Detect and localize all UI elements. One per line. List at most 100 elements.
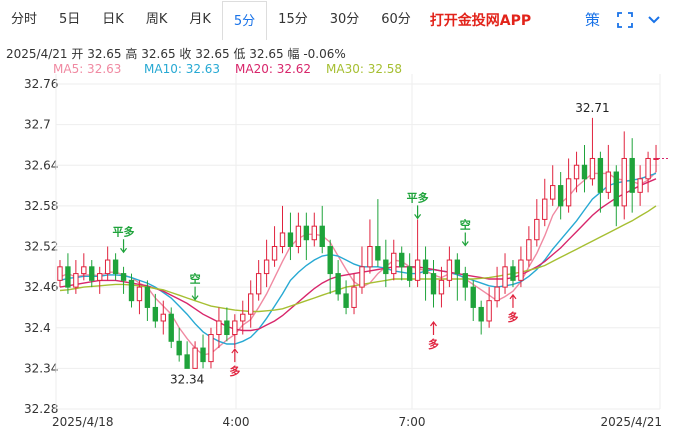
candle-body [629,157,635,193]
signal-label: 多 [507,310,518,324]
candle-body [319,225,325,247]
candle-body [454,259,461,275]
candle-body [65,266,71,288]
candle-body [271,246,278,261]
candle-body [406,266,413,281]
y-tick-label: 32.64 [24,158,58,172]
candle-body [144,286,151,308]
candle-body [208,334,214,363]
y-tick-label: 32.46 [24,280,58,294]
candle-body [335,273,341,295]
y-tick-label: 32.76 [24,77,58,91]
candle-body [446,259,453,281]
signal-arrow-down [191,286,199,301]
candle-body [287,232,294,247]
candle-body [184,354,190,369]
candle-body [160,313,166,322]
candle-body [232,320,238,336]
y-tick-label: 32.34 [24,361,58,375]
price-extreme-label: 32.34 [170,372,204,386]
candle-body [311,225,317,241]
signal-arrow-down [414,205,422,220]
candle-body [502,266,508,288]
candle-body [89,266,95,281]
candle-body [542,198,548,220]
candle-body [73,273,79,288]
candle-body [128,279,135,302]
signal-label: 平多 [113,224,135,238]
candle-body [550,185,556,200]
candle-body [303,225,310,241]
candle-body [200,347,206,363]
candle-body [327,246,333,275]
candle-body [97,273,103,281]
candle-body [81,266,87,275]
y-tick-label: 32.52 [24,240,58,254]
candle-body [573,164,580,180]
signal-label: 空 [190,272,201,286]
candle-body [255,273,262,295]
candle-body [136,286,143,302]
candle-body [557,185,564,207]
candle-body [637,178,643,193]
signal-label: 平多 [407,190,429,204]
candle-body [216,320,222,336]
signal-label: 多 [428,337,439,351]
candle-body [57,266,63,281]
candle-body [518,259,524,281]
y-tick-label: 32.58 [24,199,58,213]
candlestick-chart: 32.76 32.7 32.64 32.58 32.52 32.46 32.4 32.34 32… [24,74,668,429]
candle-body [120,273,127,281]
candle-body [478,306,484,322]
x-tick-label: 2025/4/21 [600,415,662,429]
x-tick-label: 2025/4/18 [52,415,114,429]
signal-arrow-up [509,293,517,308]
candle-body [414,259,421,281]
signal-label: 多 [229,364,240,378]
candle-body [565,178,572,207]
candle-body [526,239,532,261]
candle-body [605,171,612,193]
candle-body [422,259,429,275]
signal-arrow-down [120,239,128,254]
candle-body [438,279,445,295]
candle-body [248,293,254,315]
y-tick-label: 32.28 [24,402,58,416]
candle-body [104,259,111,275]
candle-body [645,157,651,180]
candle-body [359,266,365,288]
candle-body [494,286,500,302]
candle-body [486,300,492,322]
candle-body [279,232,286,247]
candle-body [351,286,357,308]
candle-body [462,273,468,288]
signal-arrow-down [461,232,469,247]
candle-body [534,218,540,241]
candle-body [470,286,476,308]
candle-body [192,347,198,369]
candle-body [152,306,159,322]
price-extreme-label: 32.71 [575,101,609,115]
x-tick-label: 7:00 [399,415,426,429]
candle-body [589,157,596,180]
signal-label: 空 [460,218,471,232]
candle-body [176,340,182,356]
signal-arrow-up [231,348,239,363]
candle-body [391,252,397,275]
candle-body [224,320,230,336]
candle-body [581,164,588,180]
signal-arrow-up [430,320,437,335]
candle-body [263,259,270,275]
candle-body [430,273,437,295]
candle-body [295,225,302,247]
candle-body [613,171,619,207]
candle-body [597,157,604,193]
candle-body [375,246,381,261]
y-tick-label: 32.4 [24,321,51,335]
candle-body [383,259,389,275]
candle-body [343,293,349,308]
candle-body [367,246,373,268]
candle-body [112,259,119,275]
candle-body [621,157,627,207]
candle-body [399,252,405,268]
